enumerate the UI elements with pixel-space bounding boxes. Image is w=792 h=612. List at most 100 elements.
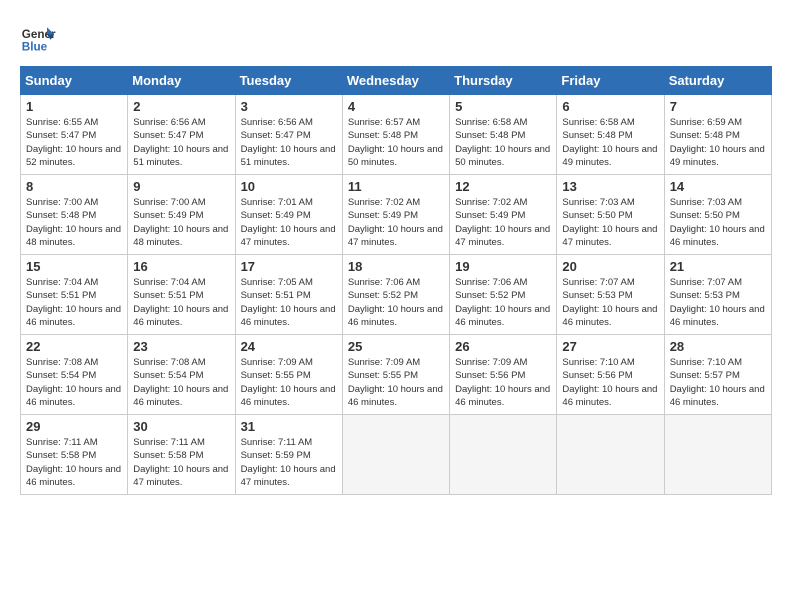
day-info: Sunrise: 7:06 AMSunset: 5:52 PMDaylight:… xyxy=(455,276,551,329)
day-info: Sunrise: 6:55 AMSunset: 5:47 PMDaylight:… xyxy=(26,116,122,169)
calendar-cell: 10 Sunrise: 7:01 AMSunset: 5:49 PMDayligh… xyxy=(235,175,342,255)
svg-text:Blue: Blue xyxy=(22,41,48,54)
day-info: Sunrise: 7:03 AMSunset: 5:50 PMDaylight:… xyxy=(562,196,658,249)
calendar-cell: 26 Sunrise: 7:09 AMSunset: 5:56 PMDayligh… xyxy=(450,335,557,415)
calendar-cell: 6Sunrise: 6:58 AMSunset: 5:48 PMDaylight… xyxy=(557,95,664,175)
day-info: Sunrise: 7:08 AMSunset: 5:54 PMDaylight:… xyxy=(26,356,122,409)
weekday-header-row: SundayMondayTuesdayWednesdayThursdayFrid… xyxy=(21,67,772,95)
weekday-friday: Friday xyxy=(557,67,664,95)
calendar-cell: 17Sunrise: 7:05 AMSunset: 5:51 PMDayligh… xyxy=(235,255,342,335)
day-info: Sunrise: 6:56 AMSunset: 5:47 PMDaylight:… xyxy=(133,116,229,169)
calendar-cell: 21 Sunrise: 7:07 AMSunset: 5:53 PMDayligh… xyxy=(664,255,771,335)
day-number: 26 xyxy=(455,339,551,354)
day-number: 25 xyxy=(348,339,444,354)
calendar-table: SundayMondayTuesdayWednesdayThursdayFrid… xyxy=(20,66,772,495)
logo: General Blue xyxy=(20,20,56,56)
calendar-cell: 9 Sunrise: 7:00 AMSunset: 5:49 PMDaylight… xyxy=(128,175,235,255)
day-number: 21 xyxy=(670,259,766,274)
calendar-cell: 13 Sunrise: 7:03 AMSunset: 5:50 PMDayligh… xyxy=(557,175,664,255)
day-number: 9 xyxy=(133,179,229,194)
day-info: Sunrise: 7:07 AMSunset: 5:53 PMDaylight:… xyxy=(670,276,766,329)
weekday-sunday: Sunday xyxy=(21,67,128,95)
calendar-cell: 28Sunrise: 7:10 AMSunset: 5:57 PMDayligh… xyxy=(664,335,771,415)
day-number: 23 xyxy=(133,339,229,354)
calendar-cell: 4 Sunrise: 6:57 AMSunset: 5:48 PMDaylight… xyxy=(342,95,449,175)
calendar-week-3: 15 Sunrise: 7:04 AMSunset: 5:51 PMDayligh… xyxy=(21,255,772,335)
calendar-cell: 8Sunrise: 7:00 AMSunset: 5:48 PMDaylight… xyxy=(21,175,128,255)
day-info: Sunrise: 7:04 AMSunset: 5:51 PMDaylight:… xyxy=(133,276,229,329)
day-info: Sunrise: 7:11 AMSunset: 5:58 PMDaylight:… xyxy=(26,436,122,489)
day-info: Sunrise: 6:56 AMSunset: 5:47 PMDaylight:… xyxy=(241,116,337,169)
calendar-cell xyxy=(342,415,449,495)
day-info: Sunrise: 7:11 AMSunset: 5:59 PMDaylight:… xyxy=(241,436,337,489)
day-number: 31 xyxy=(241,419,337,434)
day-info: Sunrise: 7:10 AMSunset: 5:56 PMDaylight:… xyxy=(562,356,658,409)
calendar-cell: 3Sunrise: 6:56 AMSunset: 5:47 PMDaylight… xyxy=(235,95,342,175)
day-number: 29 xyxy=(26,419,122,434)
calendar-cell: 22 Sunrise: 7:08 AMSunset: 5:54 PMDayligh… xyxy=(21,335,128,415)
day-info: Sunrise: 6:57 AMSunset: 5:48 PMDaylight:… xyxy=(348,116,444,169)
calendar-cell: 24 Sunrise: 7:09 AMSunset: 5:55 PMDayligh… xyxy=(235,335,342,415)
calendar-cell: 23 Sunrise: 7:08 AMSunset: 5:54 PMDayligh… xyxy=(128,335,235,415)
day-number: 10 xyxy=(241,179,337,194)
day-info: Sunrise: 7:11 AMSunset: 5:58 PMDaylight:… xyxy=(133,436,229,489)
day-info: Sunrise: 6:59 AMSunset: 5:48 PMDaylight:… xyxy=(670,116,766,169)
day-info: Sunrise: 7:09 AMSunset: 5:55 PMDaylight:… xyxy=(348,356,444,409)
day-info: Sunrise: 7:05 AMSunset: 5:51 PMDaylight:… xyxy=(241,276,337,329)
day-number: 1 xyxy=(26,99,122,114)
day-info: Sunrise: 7:08 AMSunset: 5:54 PMDaylight:… xyxy=(133,356,229,409)
calendar-cell: 15 Sunrise: 7:04 AMSunset: 5:51 PMDayligh… xyxy=(21,255,128,335)
day-number: 27 xyxy=(562,339,658,354)
day-info: Sunrise: 7:02 AMSunset: 5:49 PMDaylight:… xyxy=(455,196,551,249)
day-number: 24 xyxy=(241,339,337,354)
calendar-cell: 18Sunrise: 7:06 AMSunset: 5:52 PMDayligh… xyxy=(342,255,449,335)
day-number: 15 xyxy=(26,259,122,274)
calendar-cell: 5 Sunrise: 6:58 AMSunset: 5:48 PMDaylight… xyxy=(450,95,557,175)
calendar-week-2: 8Sunrise: 7:00 AMSunset: 5:48 PMDaylight… xyxy=(21,175,772,255)
calendar-cell xyxy=(557,415,664,495)
page-header: General Blue xyxy=(20,20,772,56)
day-info: Sunrise: 6:58 AMSunset: 5:48 PMDaylight:… xyxy=(455,116,551,169)
day-number: 16 xyxy=(133,259,229,274)
day-number: 2 xyxy=(133,99,229,114)
day-number: 30 xyxy=(133,419,229,434)
day-info: Sunrise: 7:09 AMSunset: 5:55 PMDaylight:… xyxy=(241,356,337,409)
weekday-wednesday: Wednesday xyxy=(342,67,449,95)
calendar-cell xyxy=(450,415,557,495)
day-info: Sunrise: 7:02 AMSunset: 5:49 PMDaylight:… xyxy=(348,196,444,249)
calendar-cell: 14 Sunrise: 7:03 AMSunset: 5:50 PMDayligh… xyxy=(664,175,771,255)
day-info: Sunrise: 7:04 AMSunset: 5:51 PMDaylight:… xyxy=(26,276,122,329)
day-number: 22 xyxy=(26,339,122,354)
day-number: 20 xyxy=(562,259,658,274)
logo-icon: General Blue xyxy=(20,20,56,56)
day-info: Sunrise: 7:00 AMSunset: 5:48 PMDaylight:… xyxy=(26,196,122,249)
calendar-cell: 31 Sunrise: 7:11 AMSunset: 5:59 PMDayligh… xyxy=(235,415,342,495)
day-info: Sunrise: 7:06 AMSunset: 5:52 PMDaylight:… xyxy=(348,276,444,329)
calendar-cell: 7 Sunrise: 6:59 AMSunset: 5:48 PMDaylight… xyxy=(664,95,771,175)
day-number: 19 xyxy=(455,259,551,274)
day-info: Sunrise: 7:09 AMSunset: 5:56 PMDaylight:… xyxy=(455,356,551,409)
calendar-cell: 1 Sunrise: 6:55 AMSunset: 5:47 PMDaylight… xyxy=(21,95,128,175)
day-number: 11 xyxy=(348,179,444,194)
calendar-cell: 29 Sunrise: 7:11 AMSunset: 5:58 PMDayligh… xyxy=(21,415,128,495)
day-info: Sunrise: 7:03 AMSunset: 5:50 PMDaylight:… xyxy=(670,196,766,249)
calendar-week-5: 29 Sunrise: 7:11 AMSunset: 5:58 PMDayligh… xyxy=(21,415,772,495)
day-number: 5 xyxy=(455,99,551,114)
day-info: Sunrise: 7:10 AMSunset: 5:57 PMDaylight:… xyxy=(670,356,766,409)
day-number: 14 xyxy=(670,179,766,194)
day-number: 4 xyxy=(348,99,444,114)
day-number: 6 xyxy=(562,99,658,114)
calendar-cell: 11 Sunrise: 7:02 AMSunset: 5:49 PMDayligh… xyxy=(342,175,449,255)
calendar-cell: 30 Sunrise: 7:11 AMSunset: 5:58 PMDayligh… xyxy=(128,415,235,495)
calendar-week-4: 22 Sunrise: 7:08 AMSunset: 5:54 PMDayligh… xyxy=(21,335,772,415)
day-number: 7 xyxy=(670,99,766,114)
day-info: Sunrise: 7:00 AMSunset: 5:49 PMDaylight:… xyxy=(133,196,229,249)
weekday-tuesday: Tuesday xyxy=(235,67,342,95)
calendar-cell: 12Sunrise: 7:02 AMSunset: 5:49 PMDayligh… xyxy=(450,175,557,255)
day-number: 13 xyxy=(562,179,658,194)
day-info: Sunrise: 7:01 AMSunset: 5:49 PMDaylight:… xyxy=(241,196,337,249)
calendar-cell: 16 Sunrise: 7:04 AMSunset: 5:51 PMDayligh… xyxy=(128,255,235,335)
day-info: Sunrise: 7:07 AMSunset: 5:53 PMDaylight:… xyxy=(562,276,658,329)
calendar-cell: 19 Sunrise: 7:06 AMSunset: 5:52 PMDayligh… xyxy=(450,255,557,335)
calendar-cell: 25 Sunrise: 7:09 AMSunset: 5:55 PMDayligh… xyxy=(342,335,449,415)
